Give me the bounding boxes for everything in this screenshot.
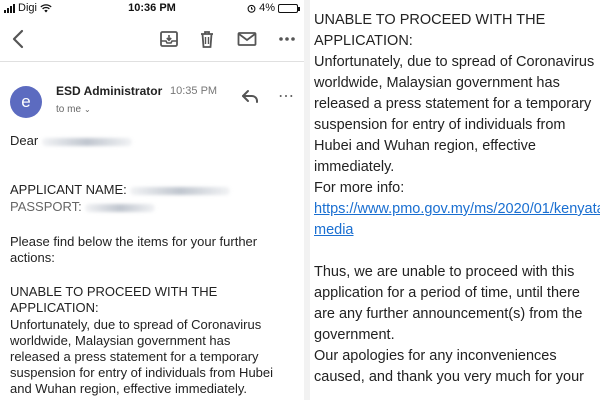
battery-icon — [278, 3, 300, 13]
more-icon[interactable] — [276, 28, 298, 50]
passport-label: PASSPORT: — [10, 199, 82, 214]
archive-icon[interactable] — [158, 28, 180, 50]
intro-line-2: actions: — [10, 250, 55, 265]
zoom-paragraph-2: Thus, we are unable to proceed with this… — [314, 264, 583, 343]
trash-icon[interactable] — [196, 28, 218, 50]
recipient-label: to me — [56, 104, 82, 115]
battery-indicator: 4% — [247, 2, 300, 14]
heading-line-1: UNABLE TO PROCEED WITH THE — [10, 284, 218, 299]
battery-percent: 4% — [259, 2, 275, 14]
status-bar: Digi 10:36 PM 4% — [0, 0, 304, 16]
zoom-more-info: For more info: https://www.pmo.gov.my/ms… — [314, 178, 600, 241]
redacted-name — [41, 137, 132, 146]
body-line-4: suspension for entry of individuals from… — [10, 365, 274, 380]
body-line-1: Unfortunately, due to spread of Coronavi… — [10, 317, 262, 332]
avatar[interactable]: e — [10, 86, 42, 118]
chevron-down-icon: ⌄ — [84, 105, 91, 114]
zoom-paragraph-1: Unfortunately, due to spread of Coronavi… — [314, 54, 595, 175]
body-line-5: and Wuhan region, effective immediately. — [10, 381, 248, 396]
body-line-2: worldwide, Malaysian government has — [10, 333, 231, 348]
redacted-applicant — [130, 186, 231, 195]
redacted-passport — [85, 203, 156, 212]
sender-row: e ESD Administrator 10:35 PM to me ⌄ ⋯ — [0, 70, 304, 122]
press-statement-link[interactable]: https://www.pmo.gov.my/ms/2020/01/kenyat… — [314, 201, 600, 238]
more-info-label: For more info: — [314, 180, 405, 196]
zoom-paragraph-3: Our apologies for any inconveniences cau… — [314, 348, 585, 385]
recipient-toggle[interactable]: to me ⌄ — [56, 104, 91, 115]
sender-name[interactable]: ESD Administrator — [56, 84, 162, 98]
reply-icon[interactable] — [240, 88, 260, 104]
zoom-heading: UNABLE TO PROCEED WITH THE APPLICATION: — [314, 12, 546, 49]
intro-line-1: Please find below the items for your fur… — [10, 234, 258, 249]
back-arrow-icon[interactable] — [8, 28, 30, 50]
greeting: Dear — [10, 134, 132, 148]
email-toolbar — [0, 16, 304, 62]
applicant-name-row: APPLICANT NAME: — [10, 182, 231, 197]
body-line-3: released a press statement for a tempora… — [10, 349, 259, 364]
mail-icon[interactable] — [236, 28, 258, 50]
passport-row: PASSPORT: — [10, 199, 156, 214]
email-timestamp: 10:35 PM — [170, 85, 218, 97]
applicant-label: APPLICANT NAME: — [10, 182, 127, 197]
message-more-icon[interactable]: ⋯ — [278, 86, 295, 106]
email-screen: Digi 10:36 PM 4% e ESD Administrator 10:… — [0, 0, 304, 400]
heading-line-2: APPLICATION: — [10, 300, 99, 315]
greeting-text: Dear — [10, 133, 39, 148]
zoomed-message: UNABLE TO PROCEED WITH THE APPLICATION: … — [310, 0, 600, 400]
alarm-icon — [247, 4, 256, 13]
